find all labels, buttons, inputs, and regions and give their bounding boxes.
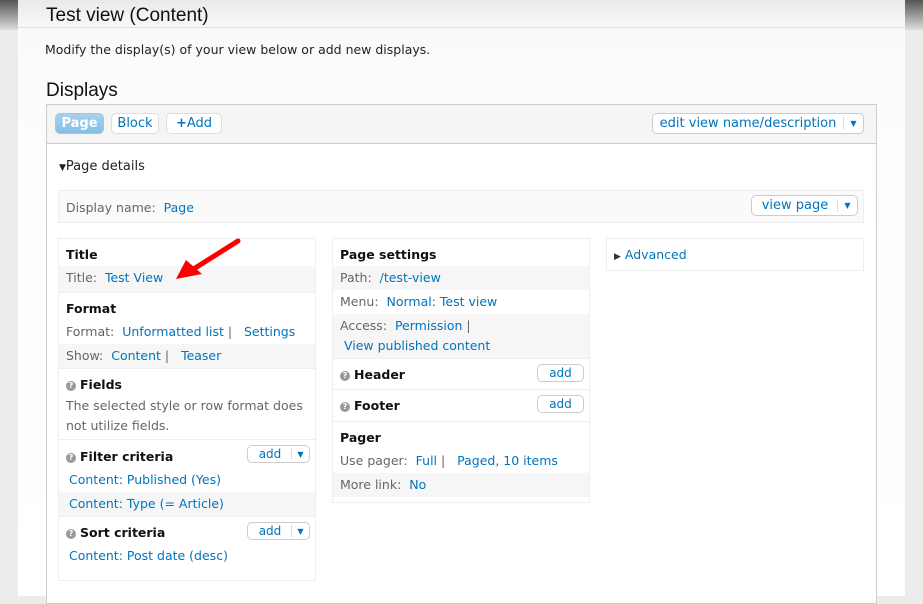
path-link[interactable]: /test-view [380, 270, 441, 285]
display-tabs: Page Block +Add edit view name/descripti… [47, 105, 876, 144]
sort-item[interactable]: Content: Post date (desc) [59, 544, 315, 568]
filter-item[interactable]: Content: Type (= Article) [59, 492, 315, 516]
filter-heading: Filter criteria [80, 449, 174, 464]
help-icon[interactable]: ? [340, 402, 350, 412]
title-link[interactable]: Test View [105, 270, 163, 285]
edit-view-name-button[interactable]: edit view name/description ▼ [652, 113, 864, 134]
display-name-link[interactable]: Page [164, 200, 194, 215]
display-name-row: Display name: Page view page ▼ [58, 190, 864, 223]
page-description: Modify the display(s) of your view below… [45, 42, 431, 57]
divider [18, 27, 905, 28]
format-heading: Format [66, 301, 117, 316]
help-icon[interactable]: ? [66, 529, 76, 539]
column-page-settings: Page settings Path: /test-view Menu: Nor… [332, 238, 590, 503]
filter-add-button[interactable]: add ▼ [247, 445, 310, 463]
fields-heading: Fields [80, 377, 122, 392]
header-heading: Header [354, 367, 405, 382]
footer-heading: Footer [354, 398, 400, 413]
view-page-button[interactable]: view page ▼ [751, 195, 858, 216]
pager-heading: Pager [340, 430, 381, 445]
page-details-toggle[interactable]: ▼Page details [59, 159, 145, 174]
red-arrow-annotation [176, 238, 241, 279]
format-settings-link[interactable]: Settings [244, 324, 295, 339]
sort-add-button[interactable]: add ▼ [247, 522, 310, 540]
chevron-down-icon[interactable]: ▼ [837, 199, 857, 212]
column-basic: Title Title: Test View Format Format: Un… [58, 238, 316, 581]
show-link[interactable]: Content [111, 348, 161, 363]
plus-icon: + [175, 116, 187, 131]
access-link[interactable]: Permission [395, 318, 462, 333]
more-link[interactable]: No [409, 477, 426, 492]
page-title: Test view (Content) [46, 5, 209, 26]
help-icon[interactable]: ? [66, 453, 76, 463]
add-display-button[interactable]: +Add [166, 113, 222, 134]
header-add-button[interactable]: add [537, 364, 584, 382]
chevron-down-icon[interactable]: ▼ [291, 448, 309, 460]
chevron-down-icon[interactable]: ▼ [843, 117, 863, 130]
show-mode-link[interactable]: Teaser [181, 348, 221, 363]
tab-page[interactable]: Page [55, 113, 104, 134]
access-permission-link[interactable]: View published content [344, 338, 490, 353]
filter-item[interactable]: Content: Published (Yes) [59, 468, 315, 492]
footer-add-button[interactable]: add [537, 395, 584, 413]
advanced-toggle[interactable]: ▶ Advanced [606, 238, 864, 271]
triangle-right-icon: ▶ [614, 252, 621, 262]
help-icon[interactable]: ? [340, 371, 350, 381]
format-link[interactable]: Unformatted list [122, 324, 224, 339]
pager-items-link[interactable]: Paged, 10 items [457, 453, 558, 468]
menu-link[interactable]: Normal: Test view [387, 294, 498, 309]
sort-heading: Sort criteria [80, 525, 166, 540]
tab-block[interactable]: Block [111, 113, 159, 134]
page-settings-heading: Page settings [340, 247, 437, 262]
fields-note: The selected style or row format does no… [66, 398, 303, 433]
pager-type-link[interactable]: Full [416, 453, 437, 468]
displays-heading: Displays [46, 80, 118, 101]
chevron-down-icon[interactable]: ▼ [291, 525, 309, 537]
triangle-down-icon: ▼ [59, 163, 66, 173]
help-icon[interactable]: ? [66, 381, 76, 391]
